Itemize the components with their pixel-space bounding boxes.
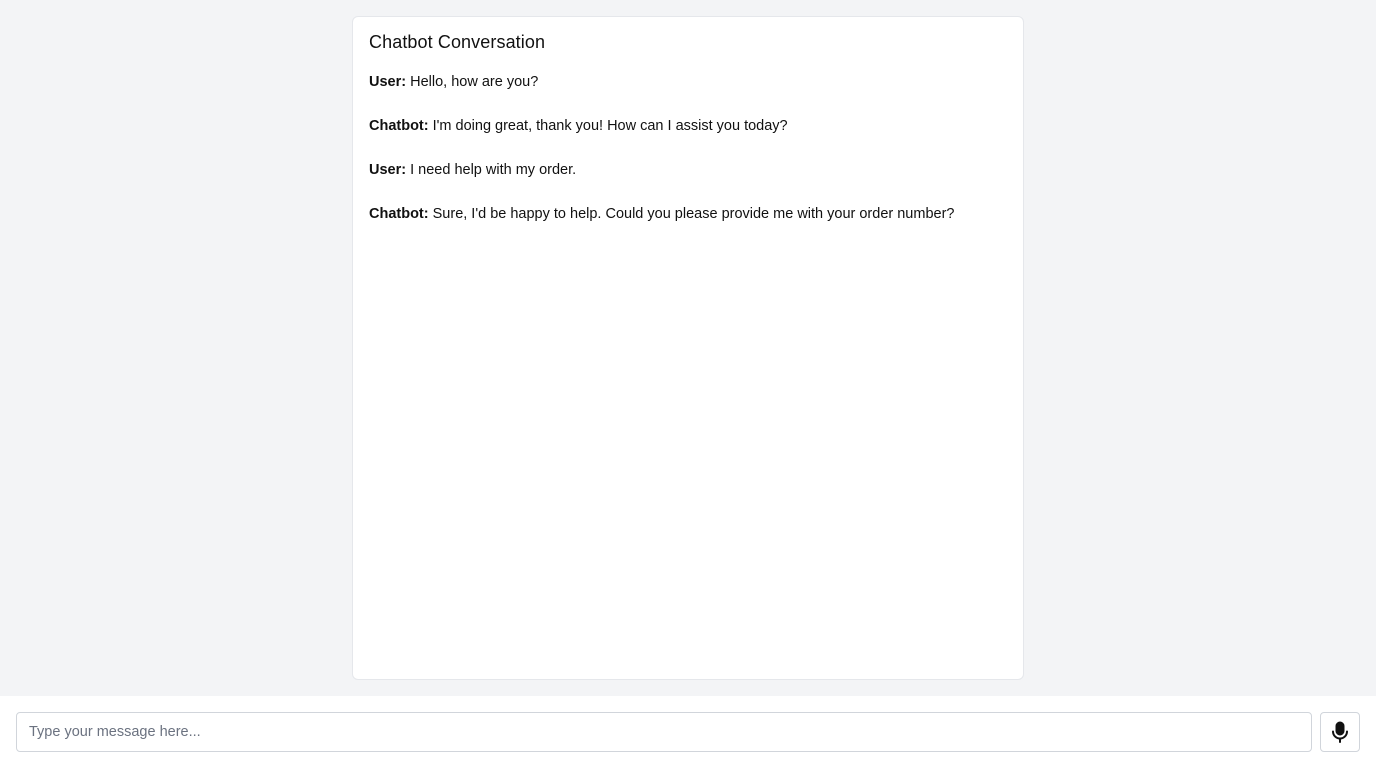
microphone-button[interactable]	[1320, 712, 1360, 752]
message-sender: User:	[369, 162, 407, 178]
message-sender: Chatbot:	[369, 206, 429, 222]
message-text: I need help with my order.	[410, 162, 577, 178]
microphone-icon	[1330, 721, 1350, 743]
message-item: User: I need help with my order.	[369, 161, 1007, 179]
message-item: Chatbot: Sure, I'd be happy to help. Cou…	[369, 205, 1007, 223]
message-list: User: Hello, how are you? Chatbot: I'm d…	[369, 73, 1007, 223]
message-sender: User:	[369, 74, 407, 90]
message-input[interactable]	[16, 712, 1312, 752]
message-sender: Chatbot:	[369, 118, 429, 134]
message-input-bar	[0, 696, 1376, 768]
chat-title: Chatbot Conversation	[369, 32, 546, 52]
chat-panel: Chatbot Conversation User: Hello, how ar…	[352, 16, 1024, 680]
message-item: Chatbot: I'm doing great, thank you! How…	[369, 117, 1007, 135]
message-text: Sure, I'd be happy to help. Could you pl…	[432, 206, 955, 222]
message-item: User: Hello, how are you?	[369, 73, 1007, 91]
message-text: Hello, how are you?	[410, 74, 539, 90]
message-text: I'm doing great, thank you! How can I as…	[432, 118, 788, 134]
